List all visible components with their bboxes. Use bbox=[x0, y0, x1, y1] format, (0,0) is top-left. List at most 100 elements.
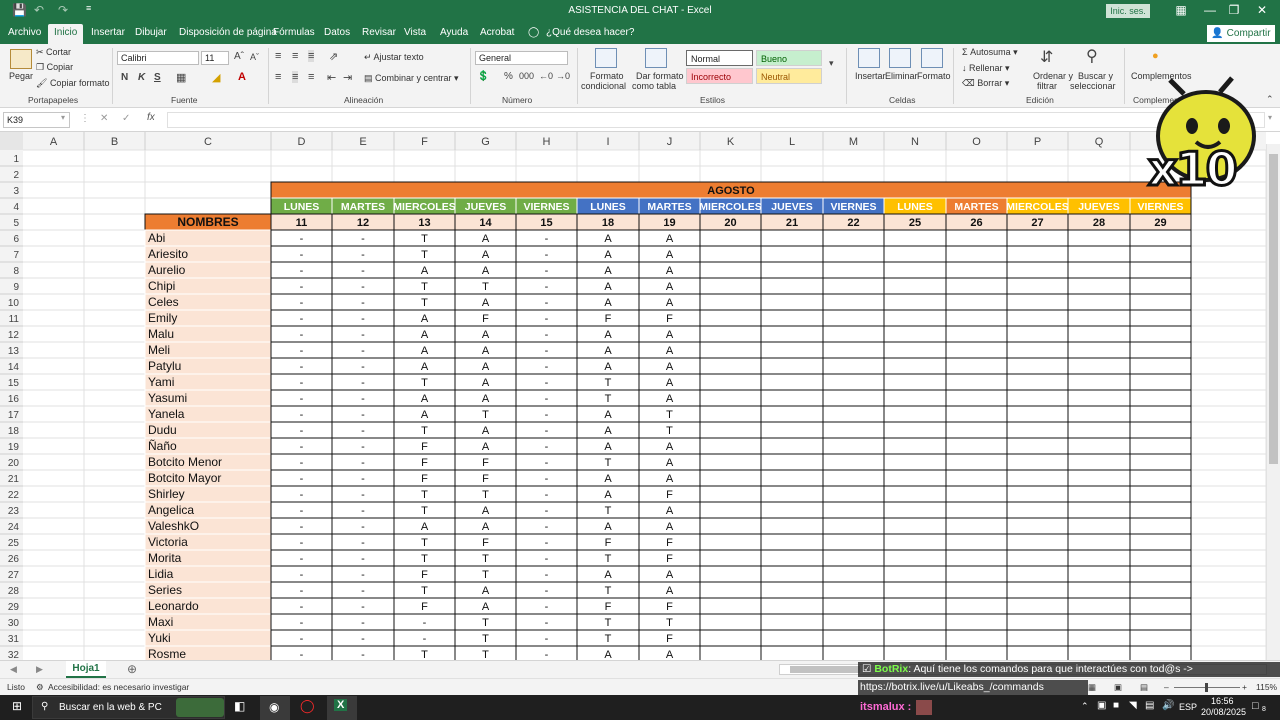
align-left-icon[interactable]: ≡ bbox=[275, 71, 281, 83]
column-header-C[interactable]: C bbox=[204, 136, 212, 148]
row-header-5[interactable]: 5 bbox=[13, 218, 19, 229]
zoom-level[interactable]: 115% bbox=[1256, 682, 1277, 692]
find-select-line1[interactable]: Buscar y bbox=[1078, 71, 1113, 81]
attendance-cell[interactable] bbox=[1006, 341, 1069, 359]
sort-filter-icon[interactable]: ⇵ bbox=[1040, 47, 1053, 67]
attendance-cell[interactable] bbox=[699, 261, 762, 279]
row-header-1[interactable]: 1 bbox=[13, 154, 19, 165]
attendance-cell[interactable] bbox=[699, 373, 762, 391]
attendance-cell[interactable] bbox=[1129, 309, 1192, 327]
attendance-cell[interactable] bbox=[699, 485, 762, 503]
attendance-cell[interactable] bbox=[1006, 501, 1069, 519]
attendance-cell[interactable] bbox=[945, 373, 1008, 391]
attendance-cell[interactable] bbox=[822, 453, 885, 471]
tab-datos[interactable]: Datos bbox=[324, 27, 350, 38]
increase-decimal-icon[interactable]: ←0 bbox=[539, 71, 553, 81]
tray-icon[interactable]: ▣ bbox=[1097, 700, 1106, 711]
attendance-cell[interactable] bbox=[822, 645, 885, 660]
row-header-9[interactable]: 9 bbox=[13, 282, 19, 293]
attendance-cell[interactable] bbox=[883, 645, 947, 660]
attendance-cell[interactable] bbox=[883, 629, 947, 647]
attendance-cell[interactable] bbox=[1067, 485, 1131, 503]
attendance-cell[interactable] bbox=[1006, 277, 1069, 295]
attendance-cell[interactable] bbox=[822, 341, 885, 359]
attendance-cell[interactable] bbox=[1067, 437, 1131, 455]
attendance-cell[interactable] bbox=[883, 469, 947, 487]
attendance-cell[interactable] bbox=[760, 261, 824, 279]
tray-arrow-icon[interactable]: ⌃ bbox=[1081, 701, 1089, 712]
row-header-28[interactable]: 28 bbox=[8, 586, 20, 597]
attendance-cell[interactable] bbox=[1006, 357, 1069, 375]
attendance-cell[interactable] bbox=[1067, 245, 1131, 263]
row-header-30[interactable]: 30 bbox=[8, 618, 20, 629]
attendance-cell[interactable] bbox=[822, 373, 885, 391]
attendance-cell[interactable] bbox=[883, 453, 947, 471]
attendance-cell[interactable] bbox=[822, 309, 885, 327]
formula-input[interactable] bbox=[167, 112, 1265, 128]
attendance-cell[interactable] bbox=[945, 261, 1008, 279]
attendance-cell[interactable] bbox=[699, 581, 762, 599]
attendance-cell[interactable] bbox=[1006, 485, 1069, 503]
attendance-cell[interactable] bbox=[1006, 373, 1069, 391]
attendance-cell[interactable] bbox=[883, 357, 947, 375]
row-header-20[interactable]: 20 bbox=[8, 458, 20, 469]
row-header-4[interactable]: 4 bbox=[13, 202, 19, 213]
attendance-cell[interactable] bbox=[1067, 405, 1131, 423]
number-format-select[interactable]: General bbox=[475, 51, 568, 65]
opera-icon[interactable]: ◯ bbox=[300, 698, 315, 714]
attendance-cell[interactable] bbox=[883, 549, 947, 567]
sort-filter-line1[interactable]: Ordenar y bbox=[1033, 71, 1073, 81]
enter-icon[interactable]: ✓ bbox=[122, 113, 130, 124]
attendance-cell[interactable] bbox=[760, 517, 824, 535]
add-sheet-icon[interactable]: ⊕ bbox=[127, 662, 137, 676]
paste-icon[interactable] bbox=[10, 49, 32, 69]
row-header-15[interactable]: 15 bbox=[8, 378, 20, 389]
attendance-cell[interactable] bbox=[760, 629, 824, 647]
column-header-N[interactable]: N bbox=[911, 136, 919, 148]
attendance-cell[interactable] bbox=[1006, 453, 1069, 471]
row-header-10[interactable]: 10 bbox=[8, 298, 20, 309]
attendance-cell[interactable] bbox=[883, 293, 947, 311]
row-header-14[interactable]: 14 bbox=[8, 362, 20, 373]
attendance-cell[interactable] bbox=[945, 517, 1008, 535]
conditional-format-icon[interactable] bbox=[595, 48, 617, 68]
styles-more-icon[interactable]: ▾ bbox=[829, 58, 834, 69]
language-indicator[interactable]: ESP bbox=[1179, 702, 1197, 712]
attendance-cell[interactable] bbox=[1129, 325, 1192, 343]
cut-button[interactable]: ✂ Cortar bbox=[36, 47, 71, 58]
column-header-B[interactable]: B bbox=[111, 136, 118, 148]
column-header-K[interactable]: K bbox=[727, 136, 735, 148]
attendance-cell[interactable] bbox=[945, 325, 1008, 343]
row-header-13[interactable]: 13 bbox=[8, 346, 20, 357]
attendance-cell[interactable] bbox=[760, 565, 824, 583]
attendance-cell[interactable] bbox=[699, 293, 762, 311]
attendance-cell[interactable] bbox=[1067, 325, 1131, 343]
attendance-cell[interactable] bbox=[883, 325, 947, 343]
attendance-cell[interactable] bbox=[760, 533, 824, 551]
format-table-line2[interactable]: como tabla bbox=[632, 81, 676, 91]
attendance-cell[interactable] bbox=[1067, 629, 1131, 647]
conditional-format-line1[interactable]: Formato bbox=[590, 71, 624, 81]
paste-button[interactable]: Pegar bbox=[9, 71, 33, 81]
attendance-cell[interactable] bbox=[1129, 357, 1192, 375]
row-header-24[interactable]: 24 bbox=[8, 522, 20, 533]
sheet-tab-hoja1[interactable]: Hoja1 bbox=[66, 661, 106, 678]
attendance-cell[interactable] bbox=[1129, 517, 1192, 535]
style-good[interactable]: Bueno bbox=[756, 50, 822, 66]
attendance-cell[interactable] bbox=[945, 629, 1008, 647]
attendance-cell[interactable] bbox=[945, 613, 1008, 631]
attendance-cell[interactable] bbox=[822, 613, 885, 631]
attendance-cell[interactable] bbox=[1129, 245, 1192, 263]
attendance-cell[interactable] bbox=[1129, 629, 1192, 647]
attendance-cell[interactable] bbox=[1067, 277, 1131, 295]
attendance-cell[interactable] bbox=[1129, 229, 1192, 247]
conditional-format-line2[interactable]: condicional bbox=[581, 81, 626, 91]
attendance-cell[interactable] bbox=[945, 581, 1008, 599]
cancel-icon[interactable]: ✕ bbox=[100, 113, 108, 124]
attendance-cell[interactable] bbox=[1129, 437, 1192, 455]
attendance-cell[interactable] bbox=[822, 357, 885, 375]
attendance-cell[interactable] bbox=[699, 645, 762, 660]
attendance-cell[interactable] bbox=[1006, 645, 1069, 660]
grid-canvas[interactable]: ABCDEFGHIJKLMNOPQR1234567891011121314151… bbox=[0, 132, 1280, 660]
decrease-indent-icon[interactable]: ⇤ bbox=[327, 71, 336, 84]
